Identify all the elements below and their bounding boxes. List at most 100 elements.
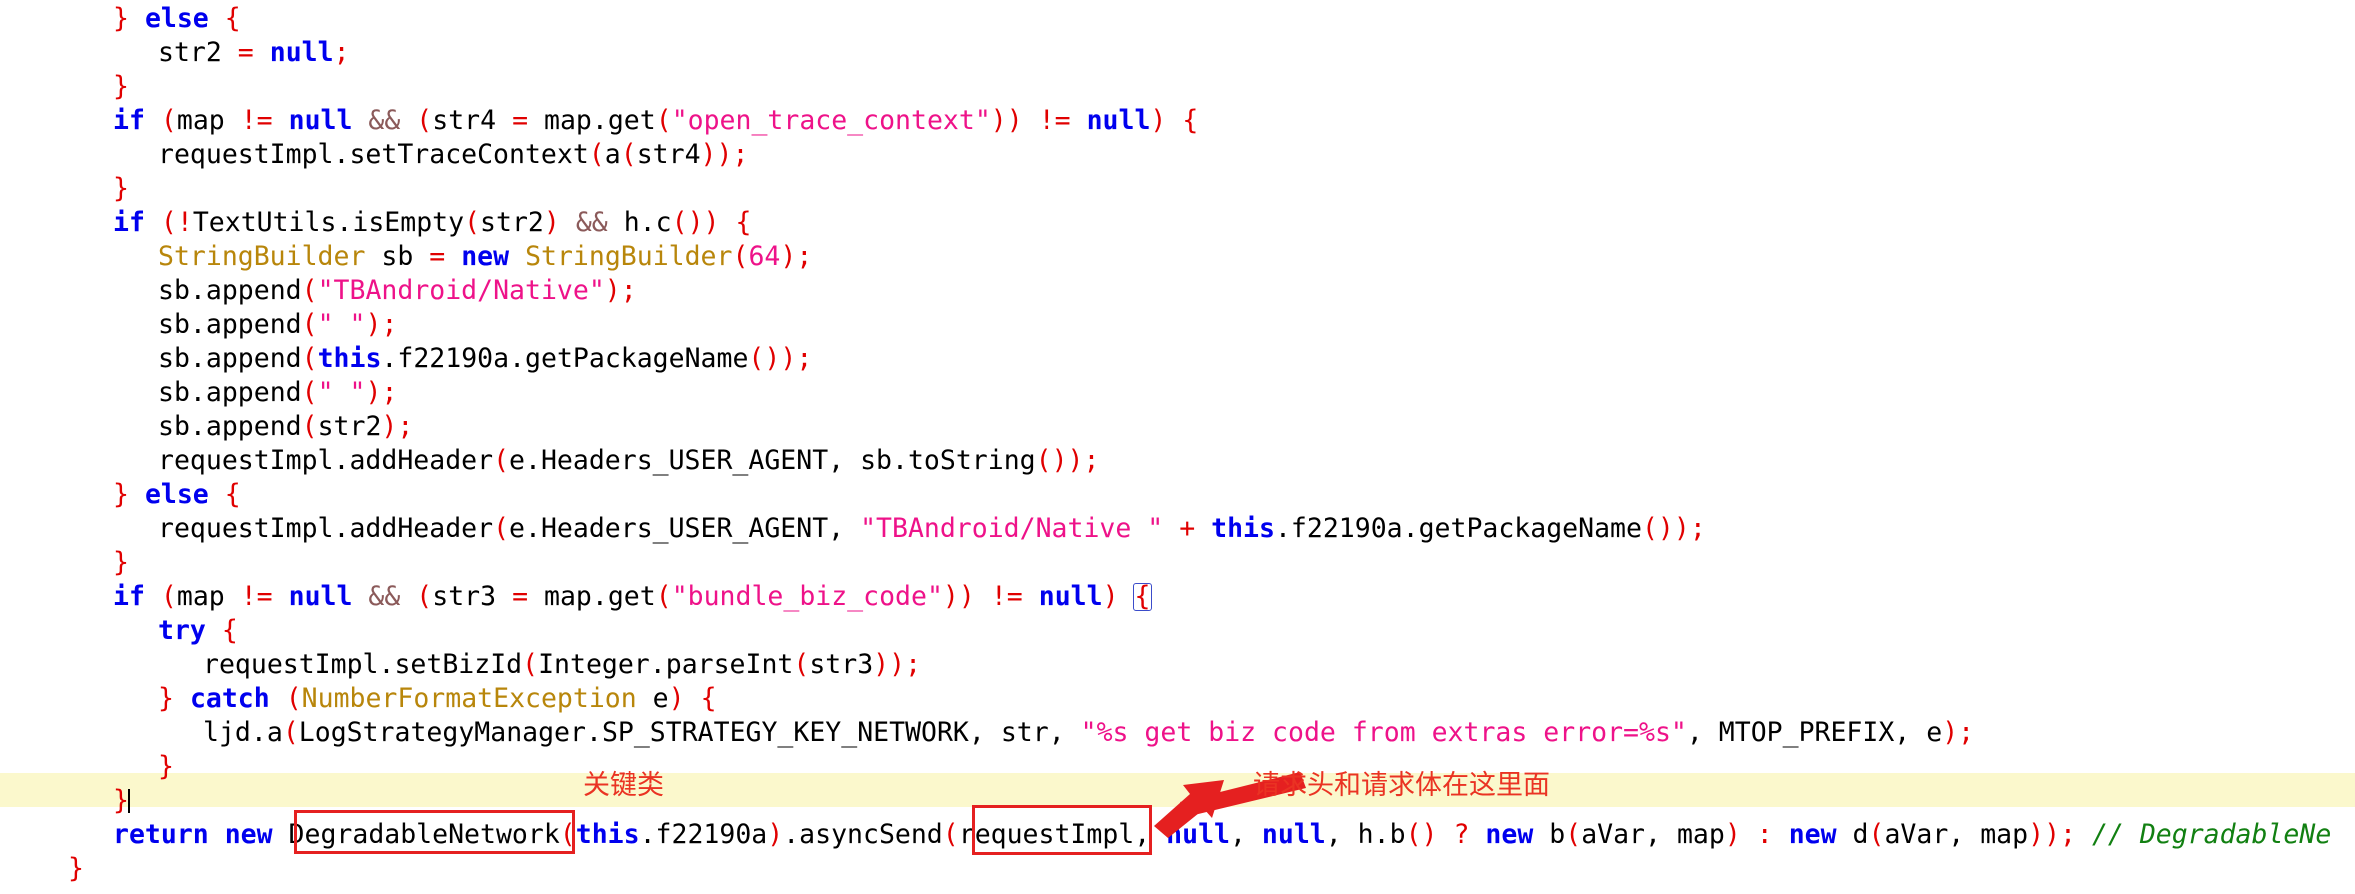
code-punctuation: ( — [1565, 819, 1582, 850]
code-punctuation: ( — [748, 343, 765, 374]
code-identifier: str2 — [480, 207, 544, 238]
code-punctuation: ; — [620, 275, 637, 306]
code-line[interactable]: } — [0, 784, 2355, 818]
code-punctuation: ! — [990, 581, 1007, 612]
code-punctuation: ; — [381, 309, 398, 340]
code-punctuation: ) — [780, 241, 797, 272]
code-line[interactable]: ljd.a(LogStrategyManager.SP_STRATEGY_KEY… — [0, 716, 2355, 750]
code-line[interactable]: requestImpl.setTraceContext(a(str4)); — [0, 138, 2355, 172]
code-punctuation: ) — [700, 139, 717, 170]
code-identifier: sb — [158, 343, 190, 374]
code-line[interactable]: } else { — [0, 478, 2355, 512]
code-identifier: SP_STRATEGY_KEY_NETWORK — [601, 717, 969, 748]
code-identifier: sb — [158, 275, 190, 306]
code-identifier: map — [176, 581, 225, 612]
code-keyword: null — [1166, 819, 1230, 850]
code-identifier: getPackageName — [525, 343, 749, 374]
code-line[interactable]: sb.append(this.f22190a.getPackageName())… — [0, 342, 2355, 376]
code-line[interactable]: StringBuilder sb = new StringBuilder(64)… — [0, 240, 2355, 274]
code-identifier: requestImpl — [158, 445, 334, 476]
code-punctuation: ( — [1405, 819, 1422, 850]
code-line[interactable]: sb.append("TBAndroid/Native"); — [0, 274, 2355, 308]
code-punctuation: ( — [793, 649, 810, 680]
code-line[interactable]: if (map != null && (str4 = map.get("open… — [0, 104, 2355, 138]
code-line[interactable]: } catch (NumberFormatException e) { — [0, 682, 2355, 716]
code-identifier: c — [655, 207, 672, 238]
code-punctuation: } — [113, 547, 129, 578]
code-punctuation: ) — [1102, 581, 1119, 612]
code-string-literal: " " — [317, 377, 366, 408]
code-punctuation: ) — [365, 309, 382, 340]
code-keyword: this — [575, 819, 640, 850]
code-keyword: catch — [189, 683, 270, 714]
code-identifier: str2 — [317, 411, 382, 442]
code-punctuation: } — [113, 785, 129, 816]
code-line[interactable]: requestImpl.addHeader(e.Headers_USER_AGE… — [0, 444, 2355, 478]
code-line[interactable]: } — [0, 750, 2355, 784]
code-punctuation: ) — [2044, 819, 2061, 850]
code-identifier: sb — [860, 445, 892, 476]
code-line[interactable]: } — [0, 546, 2355, 580]
code-line[interactable]: requestImpl.addHeader(e.Headers_USER_AGE… — [0, 512, 2355, 546]
code-line[interactable]: try { — [0, 614, 2355, 648]
code-string-literal: "%s get biz code from extras error=%s" — [1080, 717, 1687, 748]
code-punctuation: ( — [559, 819, 576, 850]
code-keyword: this — [317, 343, 382, 374]
code-punctuation: ) — [1067, 445, 1084, 476]
code-identifier: e — [509, 513, 525, 544]
code-punctuation: ; — [381, 377, 398, 408]
code-punctuation: } — [113, 3, 129, 34]
code-punctuation: ; — [1958, 717, 1975, 748]
code-punctuation: { — [700, 683, 717, 714]
code-identifier: append — [205, 377, 302, 408]
code-line[interactable]: } — [0, 172, 2355, 206]
code-line[interactable]: } — [0, 70, 2355, 104]
code-line[interactable]: requestImpl.setBizId(Integer.parseInt(st… — [0, 648, 2355, 682]
code-identifier: append — [205, 309, 302, 340]
code-punctuation: + — [1179, 513, 1196, 544]
code-class-name: StringBuilder — [158, 241, 366, 272]
code-line[interactable]: } — [0, 852, 2355, 886]
code-punctuation: ( — [160, 105, 177, 136]
code-keyword: try — [158, 615, 206, 646]
code-punctuation: ( — [285, 683, 302, 714]
code-identifier: f22190a — [397, 343, 510, 374]
code-line[interactable]: } else { — [0, 2, 2355, 36]
code-identifier: setBizId — [394, 649, 523, 680]
code-punctuation: } — [68, 853, 84, 884]
code-identifier: b — [1389, 819, 1406, 850]
code-identifier: append — [205, 411, 302, 442]
code-identifier: d — [1852, 819, 1869, 850]
code-punctuation: ( — [655, 581, 672, 612]
code-line[interactable]: sb.append(" "); — [0, 308, 2355, 342]
code-line[interactable]: sb.append(" "); — [0, 376, 2355, 410]
code-punctuation: ( — [301, 343, 318, 374]
code-identifier: sb — [158, 377, 190, 408]
code-keyword: null — [288, 581, 353, 612]
code-text-area[interactable]: } else { str2 = null; } if (map != null … — [0, 0, 2355, 886]
code-punctuation: ) — [873, 649, 890, 680]
code-line[interactable]: return new DegradableNetwork(this.f22190… — [0, 818, 2355, 852]
code-punctuation: ! — [240, 105, 257, 136]
code-punctuation: ; — [796, 241, 813, 272]
code-punctuation: { — [735, 207, 752, 238]
code-punctuation: ) — [716, 139, 733, 170]
code-keyword: else — [144, 3, 209, 34]
code-line[interactable]: if (map != null && (str3 = map.get("bund… — [0, 580, 2355, 614]
code-line[interactable]: if (!TextUtils.isEmpty(str2) && h.c()) { — [0, 206, 2355, 240]
code-punctuation: ) — [703, 207, 720, 238]
code-punctuation: ) — [764, 343, 781, 374]
code-identifier: requestImpl — [158, 513, 334, 544]
code-line[interactable]: str2 = null; — [0, 36, 2355, 70]
code-punctuation: { — [1182, 105, 1199, 136]
code-punctuation: ( — [493, 445, 510, 476]
code-punctuation: ) — [1724, 819, 1741, 850]
code-identifier: Headers_USER_AGENT — [540, 513, 829, 544]
code-line[interactable]: sb.append(str2); — [0, 410, 2355, 444]
code-identifier: e — [652, 683, 669, 714]
code-keyword: if — [113, 105, 145, 136]
code-punctuation: ) — [1006, 105, 1023, 136]
code-punctuation: { — [1134, 581, 1151, 612]
code-punctuation: ) — [889, 649, 906, 680]
code-viewer[interactable]: } else { str2 = null; } if (map != null … — [0, 0, 2355, 894]
